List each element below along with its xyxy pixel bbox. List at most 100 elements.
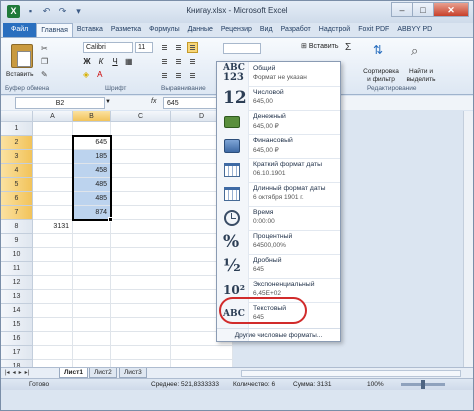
row-header-17[interactable]: 17 <box>1 346 33 360</box>
cell-a12[interactable] <box>33 276 73 290</box>
cell-a2[interactable] <box>33 136 73 150</box>
cell-c10[interactable] <box>111 248 171 262</box>
column-header-a[interactable]: A <box>33 111 73 122</box>
tab-developer[interactable]: Разработ <box>277 23 315 37</box>
tab-insert[interactable]: Вставка <box>73 23 107 37</box>
copy-icon[interactable]: ❐ <box>41 57 50 66</box>
autosum-icon[interactable]: Σ <box>345 42 351 53</box>
number-format-item[interactable]: 12 Числовой 645,00 <box>217 86 340 110</box>
row-header-3[interactable]: 3 <box>1 150 33 164</box>
row-header-12[interactable]: 12 <box>1 276 33 290</box>
decrease-indent-icon[interactable] <box>159 70 170 81</box>
cell-c15[interactable] <box>111 318 171 332</box>
cell-d17[interactable] <box>171 346 233 360</box>
tab-page-layout[interactable]: Разметка <box>107 23 145 37</box>
cell-a18[interactable] <box>33 360 73 367</box>
name-box[interactable]: B2 <box>15 97 105 109</box>
cell-b11[interactable] <box>73 262 111 276</box>
cell-b6[interactable]: 485 <box>73 192 111 206</box>
font-size-field[interactable]: 11 <box>135 42 153 53</box>
cell-c1[interactable] <box>111 122 171 136</box>
column-header-b[interactable]: B <box>73 111 111 122</box>
row-header-11[interactable]: 11 <box>1 262 33 276</box>
increase-indent-icon[interactable] <box>173 70 184 81</box>
cell-c11[interactable] <box>111 262 171 276</box>
cell-c2[interactable] <box>111 136 171 150</box>
minimize-button[interactable]: – <box>391 2 413 17</box>
cell-b3[interactable]: 185 <box>73 150 111 164</box>
name-box-dropdown-icon[interactable]: ▼ <box>105 99 111 105</box>
align-bottom-icon[interactable] <box>187 42 198 53</box>
cell-c4[interactable] <box>111 164 171 178</box>
cell-b5[interactable]: 485 <box>73 178 111 192</box>
cell-c8[interactable] <box>111 220 171 234</box>
tab-addins[interactable]: Надстрой <box>315 23 354 37</box>
last-sheet-icon[interactable]: ▸| <box>25 369 30 376</box>
cell-b8[interactable] <box>73 220 111 234</box>
align-middle-icon[interactable] <box>173 42 184 53</box>
cell-c6[interactable] <box>111 192 171 206</box>
worksheet-grid[interactable]: A B C D 1 2 3 4 5 6 7 8 9 10 11 12 13 14 15 16 17 18 645 1… <box>1 111 233 367</box>
column-header-c[interactable]: C <box>111 111 171 122</box>
sheet-tab-3[interactable]: Лист3 <box>119 368 147 378</box>
cell-a17[interactable] <box>33 346 73 360</box>
cell-c12[interactable] <box>111 276 171 290</box>
cell-b4[interactable]: 458 <box>73 164 111 178</box>
cell-a8[interactable]: 3131 <box>33 220 73 234</box>
cell-b10[interactable] <box>73 248 111 262</box>
number-format-item[interactable]: ABC 123 Общий Формат не указан <box>217 62 340 86</box>
number-format-item[interactable]: Денежный 645,00 ₽ <box>217 110 340 134</box>
cell-b14[interactable] <box>73 304 111 318</box>
borders-icon[interactable]: ▦ <box>125 57 133 66</box>
italic-button[interactable]: К <box>97 57 105 66</box>
cell-a9[interactable] <box>33 234 73 248</box>
row-header-1[interactable]: 1 <box>1 122 33 136</box>
sort-filter-label[interactable]: Сортировка и фильтр <box>359 68 403 84</box>
prev-sheet-icon[interactable]: ◂ <box>13 369 16 376</box>
cell-a14[interactable] <box>33 304 73 318</box>
tab-data[interactable]: Данные <box>184 23 217 37</box>
bold-button[interactable]: Ж <box>83 57 91 66</box>
find-select-icon[interactable]: ⌕ <box>411 43 427 63</box>
row-header-18[interactable]: 18 <box>1 360 33 367</box>
next-sheet-icon[interactable]: ▸ <box>19 369 22 376</box>
align-right-icon[interactable] <box>187 56 198 67</box>
tab-file[interactable]: Файл <box>3 23 37 37</box>
number-format-item[interactable]: % Процентный 64500,00% <box>217 230 340 254</box>
cell-c13[interactable] <box>111 290 171 304</box>
font-name-field[interactable]: Calibri <box>83 42 133 53</box>
zoom-slider-knob[interactable] <box>421 380 425 389</box>
cell-a6[interactable] <box>33 192 73 206</box>
sheet-tab-2[interactable]: Лист2 <box>89 368 117 378</box>
cell-b9[interactable] <box>73 234 111 248</box>
cell-a7[interactable] <box>33 206 73 220</box>
horizontal-scrollbar[interactable] <box>241 370 461 377</box>
paste-button-label[interactable]: Вставить <box>6 71 34 78</box>
row-header-4[interactable]: 4 <box>1 164 33 178</box>
underline-button[interactable]: Ч <box>111 57 119 66</box>
number-format-item[interactable]: Время 0:00:00 <box>217 206 340 230</box>
align-center-icon[interactable] <box>173 56 184 67</box>
cell-c18[interactable] <box>111 360 171 367</box>
first-sheet-icon[interactable]: |◂ <box>5 369 10 376</box>
cell-c14[interactable] <box>111 304 171 318</box>
sheet-tab-1[interactable]: Лист1 <box>59 368 88 378</box>
vertical-scrollbar[interactable] <box>463 111 473 367</box>
cell-a11[interactable] <box>33 262 73 276</box>
align-top-icon[interactable] <box>159 42 170 53</box>
tab-home[interactable]: Главная <box>36 23 73 37</box>
row-header-14[interactable]: 14 <box>1 304 33 318</box>
cell-b15[interactable] <box>73 318 111 332</box>
cell-d18[interactable] <box>171 360 233 367</box>
insert-cells-button[interactable]: ⊞ Вставить <box>301 42 338 50</box>
tab-formulas[interactable]: Формулы <box>145 23 183 37</box>
cell-b7[interactable]: 874 <box>73 206 111 220</box>
row-header-13[interactable]: 13 <box>1 290 33 304</box>
cell-a16[interactable] <box>33 332 73 346</box>
cell-a4[interactable] <box>33 164 73 178</box>
cell-a1[interactable] <box>33 122 73 136</box>
cell-a3[interactable] <box>33 150 73 164</box>
select-all-corner[interactable] <box>1 111 33 122</box>
row-header-6[interactable]: 6 <box>1 192 33 206</box>
number-format-item[interactable]: Краткий формат даты 06.10.1901 <box>217 158 340 182</box>
